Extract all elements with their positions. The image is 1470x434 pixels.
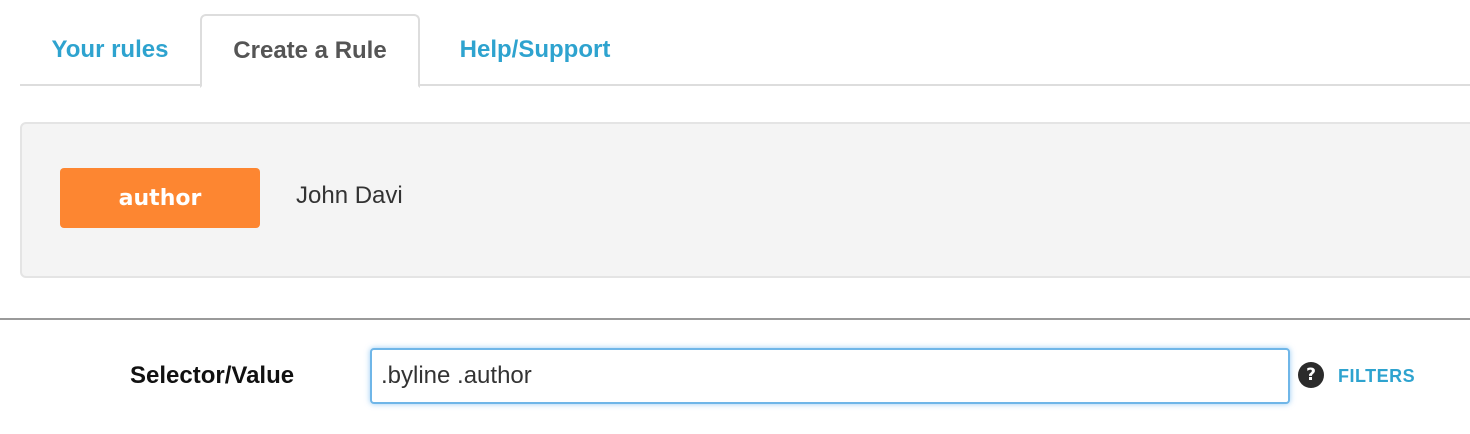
tab-help-support[interactable]: Help/Support bbox=[420, 14, 640, 86]
help-glyph: ? bbox=[1306, 365, 1316, 385]
question-circle-icon[interactable]: ? bbox=[1298, 362, 1324, 388]
field-tag-label: author bbox=[118, 185, 202, 211]
tab-create-rule-label: Create a Rule bbox=[233, 37, 387, 64]
selector-value-input[interactable] bbox=[370, 348, 1290, 404]
field-tag-badge[interactable]: author bbox=[60, 168, 260, 228]
tab-create-rule[interactable]: Create a Rule bbox=[200, 14, 420, 88]
tab-your-rules-label: Your rules bbox=[51, 36, 169, 63]
rule-editor-page: Your rules Create a Rule Help/Support au… bbox=[0, 0, 1470, 434]
filters-link[interactable]: FILTERS bbox=[1338, 366, 1415, 387]
tab-help-support-label: Help/Support bbox=[459, 36, 611, 63]
rule-preview-panel: author John Davi bbox=[20, 122, 1470, 278]
preview-value-text: John Davi bbox=[296, 182, 403, 209]
section-divider bbox=[0, 318, 1470, 320]
tab-bar: Your rules Create a Rule Help/Support bbox=[20, 14, 1470, 88]
selector-value-label: Selector/Value bbox=[130, 362, 295, 389]
tab-your-rules[interactable]: Your rules bbox=[20, 14, 200, 86]
